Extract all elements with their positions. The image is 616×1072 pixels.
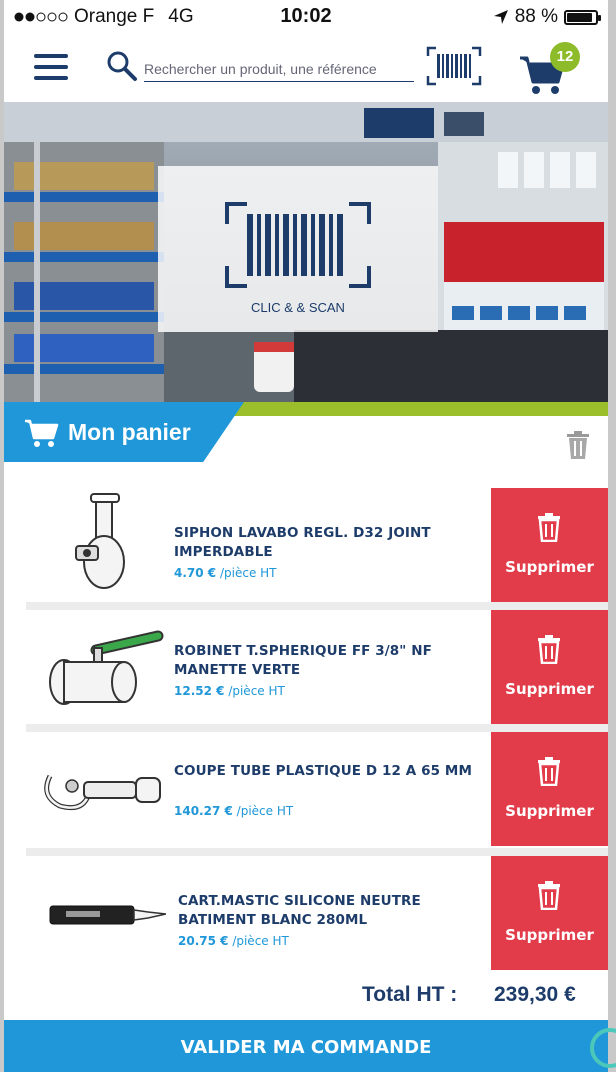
product-name: SIPHON LAVABO REGL. D32 JOINT IMPERDABLE	[174, 525, 431, 560]
empty-cart-trash-icon[interactable]	[566, 430, 590, 460]
shopping-cart-icon	[25, 419, 59, 447]
cart-button[interactable]: 12	[518, 42, 584, 94]
silicone-cartridge-product-image	[49, 905, 166, 925]
delete-label: Supprimer	[505, 802, 594, 820]
product-name: ROBINET T.SPHERIQUE FF 3/8" NF MANETTE V…	[174, 643, 432, 678]
delete-item-button[interactable]: Supprimer	[491, 856, 608, 970]
validate-order-button[interactable]: VALIDER MA COMMANDE	[4, 1020, 608, 1072]
trash-icon	[538, 635, 560, 664]
trash-icon	[538, 881, 560, 910]
cart-item: ROBINET T.SPHERIQUE FF 3/8" NF MANETTE V…	[26, 610, 608, 724]
trash-icon	[538, 513, 560, 542]
price-unit: /pièce HT	[228, 684, 285, 698]
delete-item-button[interactable]: Supprimer	[491, 732, 608, 846]
battery-icon	[564, 9, 601, 25]
barcode-scan-button[interactable]	[426, 46, 482, 86]
search-bar	[106, 48, 416, 88]
cart-item-list: SIPHON LAVABO REGL. D32 JOINT IMPERDABLE…	[4, 462, 608, 970]
product-price: 20.75 €	[178, 934, 229, 948]
price-unit: /pièce HT	[219, 566, 277, 580]
total-label: Total HT :	[362, 983, 458, 1006]
price-unit: /pièce HT	[236, 804, 294, 818]
delete-label: Supprimer	[505, 558, 594, 576]
status-bar: Orange F 4G 10:02 88 %	[4, 0, 608, 34]
battery-percent: 88 %	[514, 6, 558, 27]
product-price: 12.52 €	[174, 684, 225, 698]
location-arrow-icon	[493, 10, 508, 24]
trash-icon	[538, 757, 560, 786]
product-name: COUPE TUBE PLASTIQUE D 12 A 65 MM	[174, 763, 472, 779]
app-screen: Orange F 4G 10:02 88 % Rechercher un pro…	[4, 0, 608, 1072]
order-total: Total HT : 239,30 €	[4, 970, 608, 1020]
delete-item-button[interactable]: Supprimer	[491, 488, 608, 602]
cart-count-badge: 12	[550, 42, 580, 72]
search-input[interactable]	[144, 56, 414, 82]
delete-label: Supprimer	[505, 926, 594, 944]
product-name: CART.MASTIC SILICONE NEUTRE BATIMENT BLA…	[178, 893, 421, 928]
cart-item: COUPE TUBE PLASTIQUE D 12 A 65 MM 140.27…	[26, 732, 608, 846]
store-banner-image: CLIC & & SCAN	[4, 102, 608, 402]
scan-label: CLIC & & SCAN	[251, 300, 345, 315]
price-unit: /pièce HT	[232, 934, 289, 948]
barcode-icon	[225, 202, 371, 288]
battery-level	[567, 12, 592, 22]
siphon-product-image	[75, 493, 125, 589]
hamburger-menu-icon[interactable]	[34, 54, 68, 80]
delete-item-button[interactable]: Supprimer	[491, 610, 608, 724]
barcode-icon	[426, 46, 482, 86]
top-toolbar: 12	[4, 34, 608, 102]
cart-item: CART.MASTIC SILICONE NEUTRE BATIMENT BLA…	[26, 856, 608, 970]
pipe-cutter-product-image	[44, 774, 161, 811]
cart-title-tab: Mon panier	[4, 402, 244, 462]
product-price: 4.70 €	[174, 566, 217, 580]
product-price: 140.27 €	[174, 804, 233, 818]
search-icon[interactable]	[106, 50, 138, 82]
cart-header: Mon panier	[4, 402, 608, 462]
total-value: 239,30 €	[494, 983, 576, 1006]
ball-valve-product-image	[49, 630, 164, 705]
delete-label: Supprimer	[505, 680, 594, 698]
click-and-scan-button[interactable]: CLIC & & SCAN	[158, 166, 438, 332]
cart-item: SIPHON LAVABO REGL. D32 JOINT IMPERDABLE…	[26, 488, 608, 602]
page-title: Mon panier	[68, 419, 191, 445]
